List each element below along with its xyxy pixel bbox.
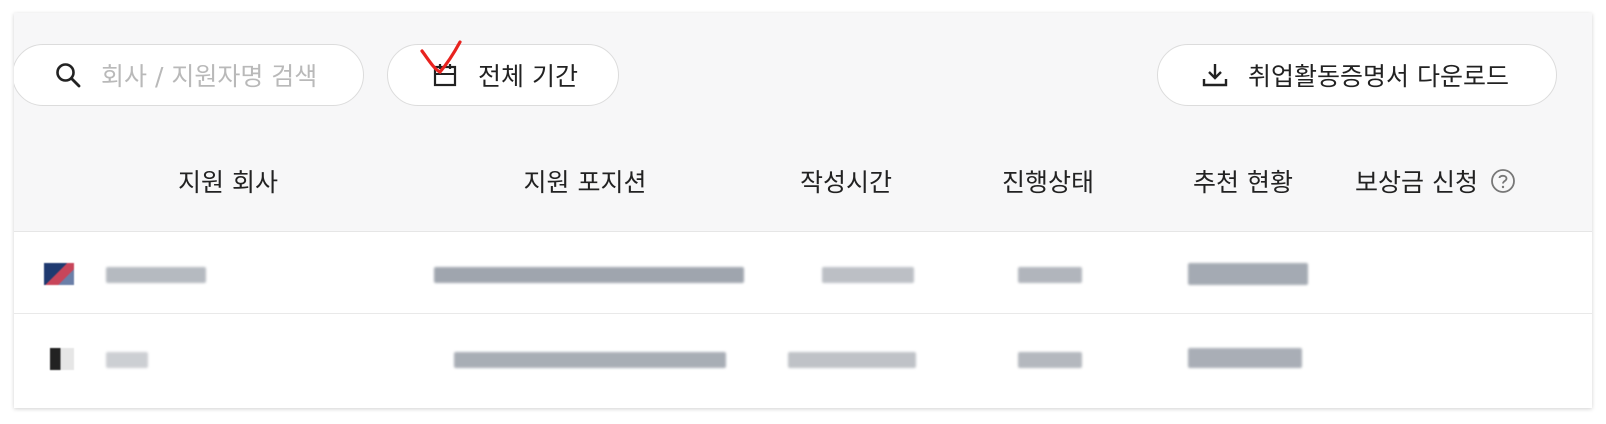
calendar-icon xyxy=(430,60,460,90)
column-header-company: 지원 회사 xyxy=(178,168,278,197)
company-logo xyxy=(44,348,74,370)
applications-card: 회사 / 지원자명 검색 전체 기간 취업활동증명서 다운로드 지원 회사 지원… xyxy=(14,13,1592,408)
column-header-recommendation: 추천 현황 xyxy=(1193,168,1293,197)
recommendation-redacted xyxy=(1188,263,1308,285)
search-input[interactable]: 회사 / 지원자명 검색 xyxy=(101,57,317,93)
download-certificate-label: 취업활동증명서 다운로드 xyxy=(1248,62,1509,91)
table-row[interactable] xyxy=(14,318,1592,404)
column-header-position: 지원 포지션 xyxy=(523,168,647,197)
column-header-reward: 보상금 신청 xyxy=(1355,163,1516,199)
download-icon xyxy=(1200,60,1230,90)
download-certificate-button[interactable]: 취업활동증명서 다운로드 xyxy=(1157,44,1557,106)
column-header-status: 진행상태 xyxy=(1001,168,1095,197)
table-row[interactable] xyxy=(14,231,1592,317)
created-time-redacted xyxy=(788,352,916,368)
recommendation-redacted xyxy=(1188,348,1302,368)
search-icon xyxy=(53,60,83,90)
company-name-redacted xyxy=(106,352,148,368)
period-filter-label: 전체 기간 xyxy=(478,62,578,91)
period-filter-button[interactable]: 전체 기간 xyxy=(387,44,619,106)
company-logo xyxy=(44,263,74,285)
status-redacted xyxy=(1018,352,1082,368)
position-redacted xyxy=(434,267,744,283)
company-name-redacted xyxy=(106,267,206,283)
column-header-created-time: 작성시간 xyxy=(799,168,893,197)
position-redacted xyxy=(454,352,726,368)
row-divider xyxy=(14,313,1592,314)
created-time-redacted xyxy=(822,267,914,283)
status-redacted xyxy=(1018,267,1082,283)
column-header-reward-label: 보상금 신청 xyxy=(1355,168,1478,197)
search-box[interactable]: 회사 / 지원자명 검색 xyxy=(14,44,364,106)
toolbar-and-header: 회사 / 지원자명 검색 전체 기간 취업활동증명서 다운로드 지원 회사 지원… xyxy=(14,13,1592,232)
help-icon[interactable] xyxy=(1490,168,1516,194)
